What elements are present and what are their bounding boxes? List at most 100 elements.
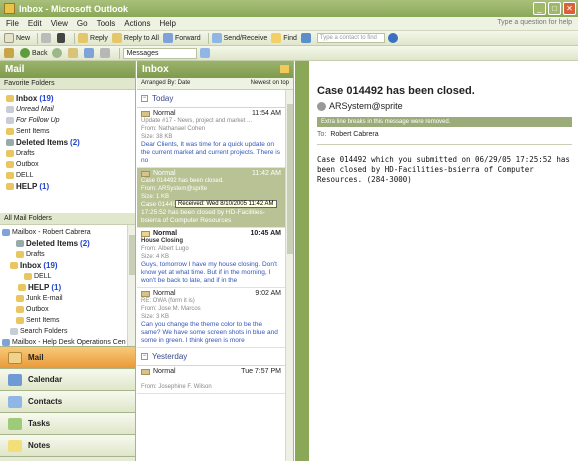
reading-pane: Case 014492 has been closed. ARSystem@sp… [295,61,578,461]
send-receive-button[interactable]: Send/Receive [211,33,267,43]
nav-notes-button[interactable]: Notes [0,434,135,456]
folder-label: Drafts [26,251,45,258]
forward-button[interactable]: Forward [162,33,201,43]
folder-label: Deleted Items [26,239,79,248]
back-button[interactable]: Back [20,48,48,58]
recipient-name[interactable]: Robert Cabrera [330,131,378,138]
nav-footer-bar[interactable] [0,456,135,461]
nav-button-label: Notes [28,441,51,450]
nav-calendar-button[interactable]: Calendar [0,368,135,390]
message-item[interactable]: Normal 10:45 AM House Closing From: Alber… [137,228,285,288]
message-from[interactable]: ARSystem@sprite [317,101,572,111]
scrollbar-thumb[interactable] [287,104,293,254]
unread-count: (19) [43,261,58,270]
reply-all-button[interactable]: Reply to All [111,33,159,43]
reading-pane-button[interactable] [83,48,96,58]
maximize-button[interactable]: □ [548,2,561,15]
received-tooltip: Received: Wed 8/10/2005 11:42 AM [175,200,277,208]
delete-button[interactable] [57,33,67,43]
navigation-pane: Mail Favorite Folders Inbox (19) Unread M… [0,61,136,461]
favorite-outbox[interactable]: Outbox [6,159,135,170]
message-item[interactable]: Normal 9:02 AM RE: OWA (form it is) From:… [137,288,285,348]
folder-label: Sent Items [16,128,50,135]
new-button[interactable]: New [4,33,30,43]
current-view-select[interactable]: Messages [122,47,197,59]
find-button[interactable]: Find [271,33,297,43]
tree-inbox[interactable]: Inbox (19) [2,260,135,271]
print-button[interactable] [41,33,53,43]
message-item[interactable]: Normal 11:54 AM Update #17 - News, projec… [137,108,285,168]
favorite-unread-mail[interactable]: Unread Mail [6,104,135,115]
unread-count: (1) [51,283,62,292]
nav-contacts-button[interactable]: Contacts [0,390,135,412]
close-button[interactable]: ✕ [563,2,576,15]
folder-label: Deleted Items [16,138,69,147]
up-folder-button[interactable] [67,48,80,58]
tree-dell[interactable]: DELL [2,271,135,282]
arrange-by-label[interactable]: Arranged By: Date [141,80,190,87]
tree-junk-email[interactable]: Junk E-mail [2,293,135,304]
tree-mailbox-robert[interactable]: Mailbox - Robert Cabrera [2,227,135,238]
message-subject [141,375,281,383]
message-item[interactable]: Normal Tue 7:57 PM From: Josephine F. Wil… [137,366,285,394]
drafts-folder-icon [16,251,24,258]
contacts-icon [8,395,22,408]
importance-label: Normal [153,290,176,297]
help-search-box[interactable]: Type a question for help [497,19,572,26]
help-icon [387,33,398,43]
tree-sent-items[interactable]: Sent Items [2,315,135,326]
tree-drafts[interactable]: Drafts [2,249,135,260]
favorite-for-follow-up[interactable]: For Follow Up [6,115,135,126]
menu-actions[interactable]: Actions [124,19,150,28]
menu-file[interactable]: File [6,19,19,28]
menu-tools[interactable]: Tools [97,19,116,28]
undo-button[interactable] [99,48,112,58]
favorite-drafts[interactable]: Drafts [6,148,135,159]
scrollbar-thumb[interactable] [129,235,135,275]
favorite-sent-items[interactable]: Sent Items [6,126,135,137]
message-item-selected[interactable]: Normal 11:42 AM Case 014492 has been clos… [137,168,285,228]
favorite-deleted-items[interactable]: Deleted Items (2) [6,137,135,148]
message-list-scrollbar[interactable] [285,90,293,461]
view-button[interactable] [199,48,212,58]
help-button[interactable] [387,33,400,43]
title-bar: Inbox - Microsoft Outlook _ □ ✕ [0,0,578,17]
favorite-inbox[interactable]: Inbox (19) [6,93,135,104]
outlook-today-button[interactable] [4,48,16,58]
sender-icon [317,101,326,111]
arrange-by-bar[interactable]: Arranged By: Date Newest on top [137,78,293,90]
collapse-icon[interactable]: − [141,353,148,360]
collapse-icon[interactable]: − [141,95,148,102]
sort-order-label[interactable]: Newest on top [251,80,289,87]
folder-label: Outbox [26,306,49,313]
folder-icon [6,183,14,190]
favorite-dell[interactable]: DELL [6,170,135,181]
minimize-button[interactable]: _ [533,2,546,15]
info-bar[interactable]: Extra line breaks in this message were r… [317,117,572,127]
folder-tree-scrollbar[interactable] [127,225,135,347]
message-preview: Dear Clients, It was time for a quick up… [141,141,280,164]
nav-mail-button[interactable]: Mail [0,346,135,368]
nav-tasks-button[interactable]: Tasks [0,412,135,434]
nav-button-label: Mail [28,353,44,362]
tree-search-folders[interactable]: Search Folders [2,326,135,337]
unread-count: (2) [80,239,90,248]
menu-help[interactable]: Help [159,19,175,28]
group-header-today[interactable]: − Today [137,90,285,108]
group-header-yesterday[interactable]: − Yesterday [137,348,285,366]
reply-button[interactable]: Reply [78,33,108,43]
menu-edit[interactable]: Edit [28,19,42,28]
toolbar-separator [74,32,76,44]
forward-nav-button[interactable] [51,48,64,58]
find-contact-input[interactable]: Type a contact to find [316,33,385,43]
tree-help[interactable]: HELP (1) [2,282,135,293]
menu-go[interactable]: Go [77,19,88,28]
address-book-button[interactable] [300,33,313,43]
inbox-title: Inbox [142,64,169,75]
tree-deleted-items[interactable]: Deleted Items (2) [2,238,135,249]
sender-name[interactable]: ARSystem@sprite [329,101,403,111]
menu-view[interactable]: View [51,19,68,28]
favorite-help[interactable]: HELP (1) [6,181,135,192]
folder-icon [280,65,289,73]
tree-outbox[interactable]: Outbox [2,304,135,315]
